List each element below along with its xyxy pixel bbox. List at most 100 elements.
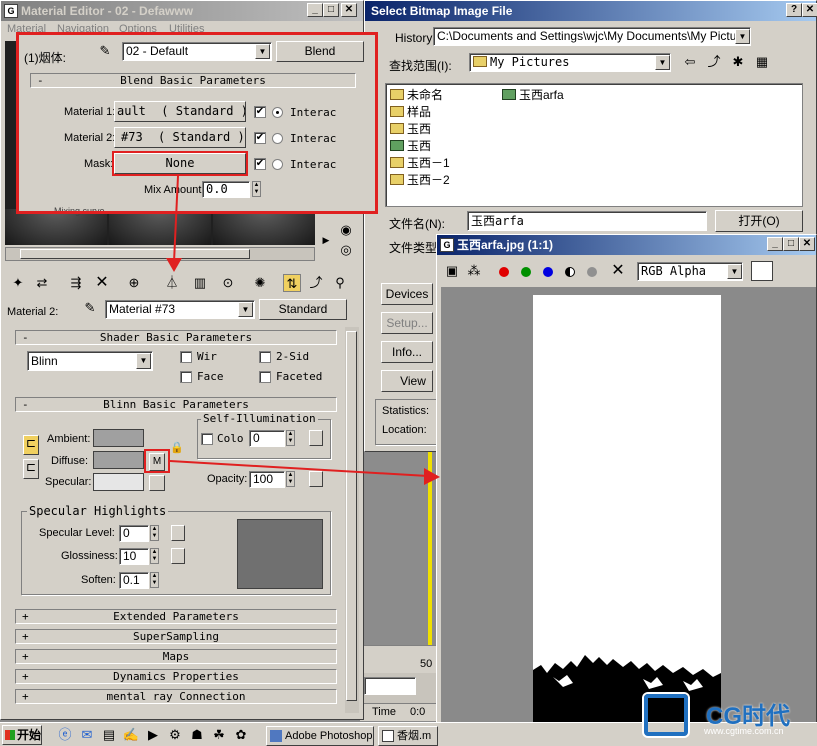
self-illum-spinner[interactable]: ▲ ▼ (286, 430, 295, 446)
view-button[interactable]: View (381, 370, 433, 392)
red-channel-icon[interactable] (499, 267, 509, 277)
self-illum-map-button[interactable] (309, 430, 323, 446)
save-icon[interactable]: ▣ (443, 262, 461, 280)
info-button[interactable]: Info... (381, 341, 433, 363)
material2-enable-checkbox[interactable]: ✔ (254, 132, 266, 144)
rollout-supersampling[interactable]: + SuperSampling (15, 629, 337, 644)
lock-diffuse-specular-icon[interactable]: ⊏ (23, 459, 39, 479)
tool-icon[interactable]: ⚙ (166, 726, 184, 744)
sample-scrollbar[interactable] (5, 247, 315, 261)
lookin-dropdown[interactable]: My Pictures (469, 53, 671, 72)
rollout-extended-parameters[interactable]: + Extended Parameters (15, 609, 337, 624)
chevron-down-icon[interactable]: ▼ (136, 353, 151, 369)
go-to-parent-icon[interactable]: ⇅ (283, 274, 301, 292)
material1-enable-checkbox[interactable]: ✔ (254, 106, 266, 118)
soften-field[interactable]: 0.1 (119, 572, 149, 589)
backlight-icon[interactable]: ◎ (337, 241, 355, 259)
material-navigator-icon[interactable]: ⚲ (331, 274, 349, 292)
blue-channel-icon[interactable] (543, 267, 553, 277)
media-player-icon[interactable]: ▶ (144, 726, 162, 744)
desktop-icon[interactable]: ▤ (100, 726, 118, 744)
view-menu-icon[interactable]: ▦ (753, 53, 771, 71)
setup-button[interactable]: Setup... (381, 312, 433, 334)
bitmap-dialog-titlebar[interactable]: Select Bitmap Image File (365, 1, 816, 21)
time-slider[interactable] (364, 677, 416, 695)
diffuse-color-swatch[interactable] (93, 451, 144, 469)
material2-interactive-radio[interactable] (272, 133, 283, 144)
task-3dsmax-file[interactable]: 香烟.m (378, 726, 438, 746)
history-dropdown[interactable]: C:\Documents and Settings\wjc\My Documen… (433, 27, 751, 46)
rollout-dynamics-properties[interactable]: + Dynamics Properties (15, 669, 337, 684)
clear-icon[interactable]: ✕ (609, 262, 627, 280)
wire-checkbox[interactable] (180, 351, 192, 363)
blinn-rollout-header[interactable]: - Blinn Basic Parameters (15, 397, 337, 412)
color-swatch[interactable] (751, 261, 773, 281)
sub-material-type-button[interactable]: Standard (259, 299, 347, 320)
rollout-maps[interactable]: + Maps (15, 649, 337, 664)
make-copy-icon[interactable]: ⊕ (125, 274, 143, 292)
ambient-color-swatch[interactable] (93, 429, 144, 447)
chevron-down-icon[interactable]: ▼ (727, 264, 742, 279)
lock-ambient-diffuse-icon[interactable]: ⊏ (23, 435, 39, 455)
minimize-icon[interactable]: _ (307, 3, 323, 17)
eyedropper-icon[interactable]: ✎ (96, 42, 114, 60)
green-channel-icon[interactable] (521, 267, 531, 277)
mask-enable-checkbox[interactable]: ✔ (254, 158, 266, 170)
two-sided-checkbox[interactable] (259, 351, 271, 363)
filename-input[interactable]: 玉西arfa (467, 211, 707, 231)
back-arrow-icon[interactable]: ⇦ (681, 53, 699, 71)
material1-interactive-radio[interactable] (272, 107, 283, 118)
spec-level-map-button[interactable] (171, 525, 185, 541)
self-illum-color-checkbox[interactable] (201, 433, 213, 445)
viewport-timeline[interactable] (360, 673, 440, 703)
self-illum-value-field[interactable]: 0 (249, 430, 285, 447)
sample-slot[interactable] (109, 209, 211, 245)
chevron-down-icon[interactable]: ▼ (255, 44, 270, 59)
sub-material-name-field[interactable]: Material #73 (105, 300, 255, 319)
opacity-spinner[interactable]: ▲ ▼ (286, 471, 295, 487)
chevron-down-icon[interactable]: ▼ (238, 302, 253, 317)
maximize-icon[interactable]: □ (783, 237, 799, 251)
mono-channel-icon[interactable] (587, 267, 597, 277)
list-item[interactable]: 玉西arfa (502, 86, 564, 103)
list-item[interactable]: 玉西 (390, 120, 431, 137)
lock-icon[interactable]: 🔒 (168, 439, 186, 457)
list-item[interactable]: 玉西 (390, 137, 431, 154)
chevron-down-icon[interactable]: ▼ (735, 29, 750, 44)
close-icon[interactable]: ✕ (799, 237, 815, 251)
rollout-mental-ray-connection[interactable]: + mental ray Connection (15, 689, 337, 704)
show-map-icon[interactable]: ⊙ (219, 274, 237, 292)
faceted-checkbox[interactable] (259, 371, 271, 383)
close-icon[interactable]: ✕ (802, 3, 817, 17)
shader-rollout-header[interactable]: - Shader Basic Parameters (15, 330, 337, 345)
material-effects-icon[interactable]: ▥ (191, 274, 209, 292)
notepad-icon[interactable]: ✍ (122, 726, 140, 744)
clone-icon[interactable]: ⁂ (465, 262, 483, 280)
material2-button[interactable]: #73 ( Standard ) (114, 127, 246, 148)
list-item[interactable]: 玉西－2 (390, 171, 450, 188)
mix-amount-spinner[interactable]: ▲ ▼ (252, 181, 261, 197)
image-viewer-titlebar[interactable]: G 玉西arfa.jpg (1:1) (437, 235, 816, 255)
glossiness-spinner[interactable]: ▲ ▼ (150, 548, 159, 564)
maximize-icon[interactable]: □ (323, 3, 339, 17)
put-to-scene-icon[interactable]: ⇄ (33, 274, 51, 292)
glossiness-map-button[interactable] (171, 548, 185, 564)
shader-dropdown[interactable]: Blinn (27, 351, 153, 371)
list-item[interactable]: 玉西－1 (390, 154, 450, 171)
sample-slot[interactable] (213, 209, 315, 245)
devices-button[interactable]: Devices (381, 283, 433, 305)
opacity-map-button[interactable] (309, 471, 323, 487)
specular-map-button[interactable] (149, 475, 165, 491)
blend-rollout-header[interactable]: - Blend Basic Parameters (30, 73, 356, 88)
assign-material-icon[interactable]: ⇶ (67, 274, 85, 292)
task-adobe-photoshop[interactable]: Adobe Photoshop (266, 726, 374, 746)
blend-type-button[interactable]: Blend (276, 41, 364, 62)
eyedropper-icon[interactable]: ✎ (81, 299, 99, 317)
blend-material-name-field[interactable]: 02 - Default (122, 42, 272, 61)
new-folder-icon[interactable]: ✱ (729, 53, 747, 71)
file-list[interactable]: 未命名 玉西arfa 样品 玉西 玉西 玉西－1 玉西－2 (385, 83, 803, 207)
up-folder-icon[interactable]: ⤴ (705, 53, 723, 71)
go-forward-sibling-icon[interactable]: ⤴ (307, 274, 325, 292)
close-icon[interactable]: ✕ (341, 3, 357, 17)
tool-icon[interactable]: ✿ (232, 726, 250, 744)
